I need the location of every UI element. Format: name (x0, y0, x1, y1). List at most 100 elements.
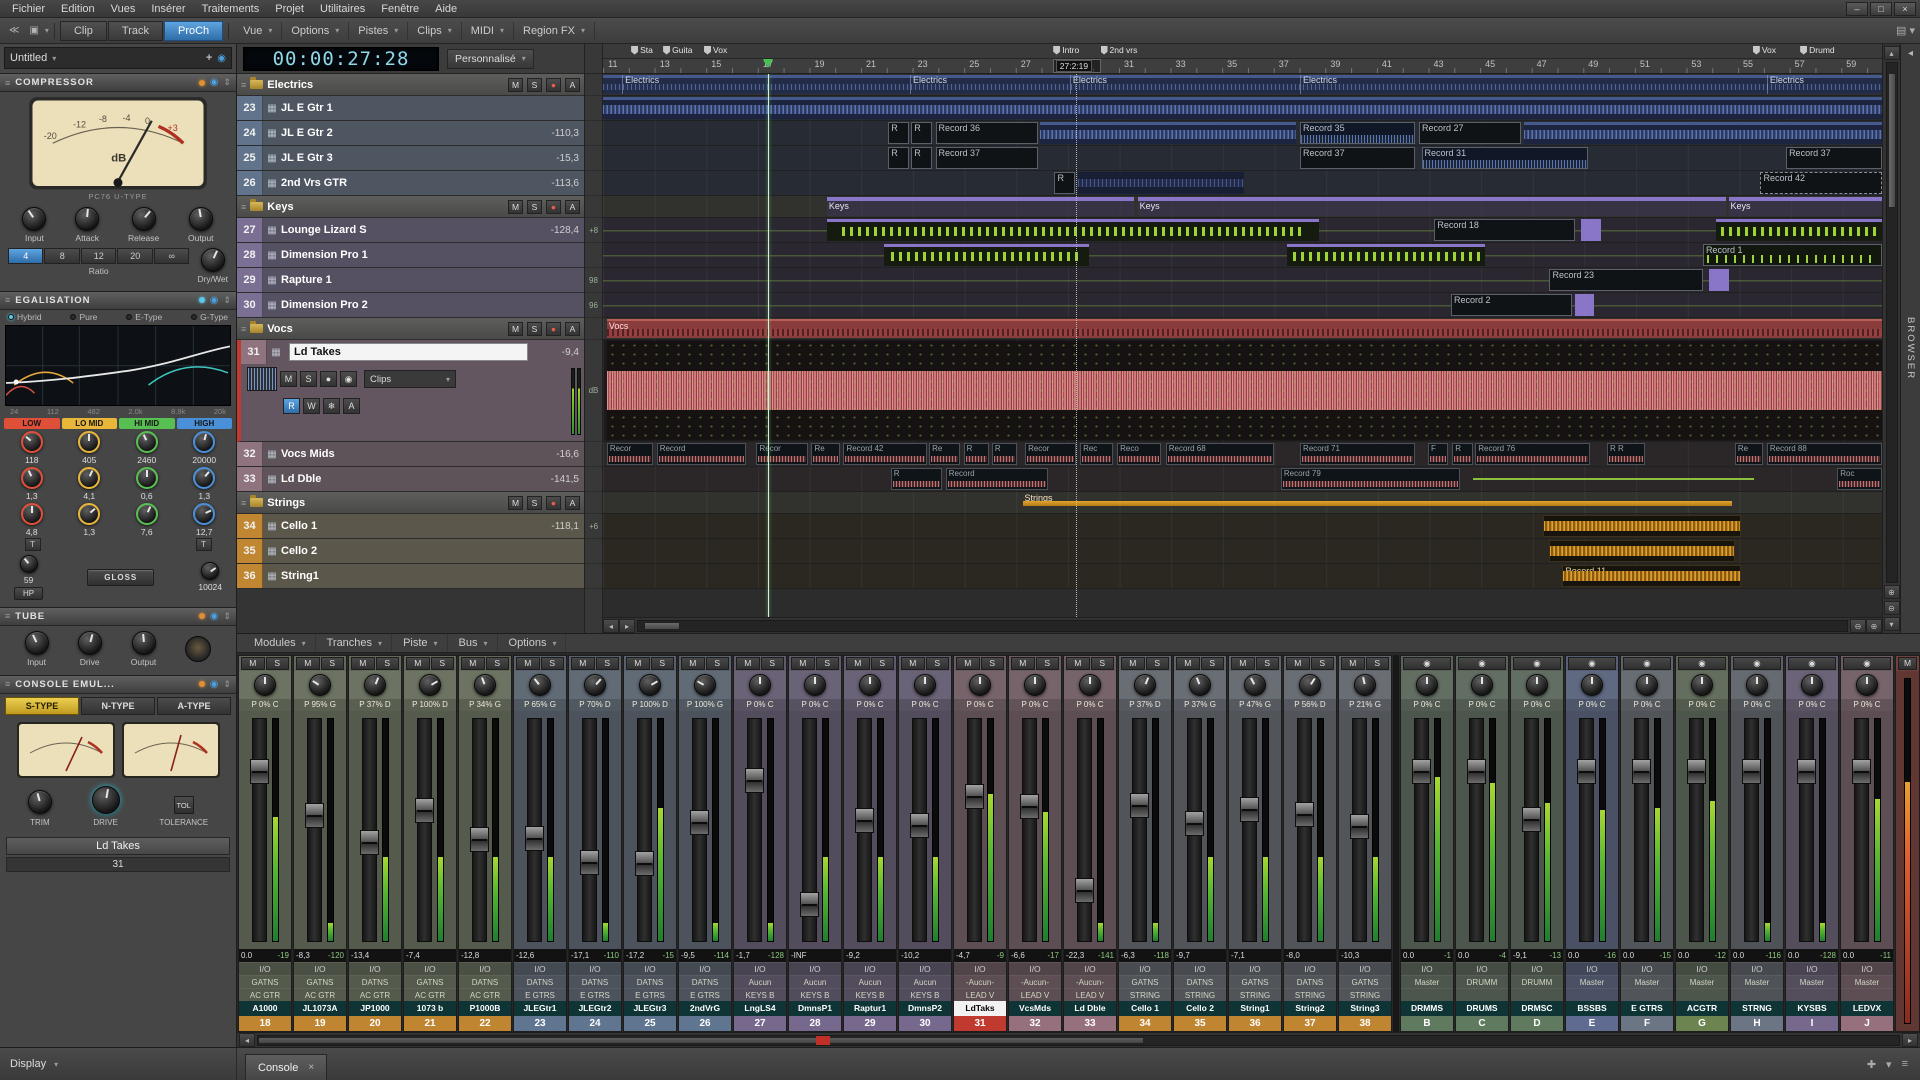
browser-collapsed-panel[interactable]: ◂ BROWSER (1900, 44, 1920, 633)
solo-button[interactable]: S (705, 657, 729, 670)
read-button[interactable]: R (283, 398, 300, 414)
strip-name[interactable]: A1000 (239, 1001, 291, 1016)
track-row-24[interactable]: 24 ▦ JL E Gtr 2 -110,3 (237, 121, 584, 146)
output-assign[interactable]: E GTRS (624, 988, 676, 1001)
band-knob[interactable] (78, 466, 101, 489)
solo-button[interactable]: S (980, 657, 1004, 670)
channel-strip-drums[interactable]: ◉ P 0% C 0.0 -4 I/O DRUMM DRUMS C (1455, 655, 1509, 1032)
volume-fader[interactable] (1294, 718, 1314, 942)
volume-fader[interactable] (1411, 718, 1431, 942)
fader-handle[interactable] (249, 758, 269, 784)
fader-handle[interactable] (689, 809, 709, 835)
output-assign[interactable]: KEYS B (734, 988, 786, 1001)
knob-attack[interactable] (75, 206, 100, 231)
track-row-26[interactable]: 26 ▦ 2nd Vrs GTR -113,6 (237, 171, 584, 196)
close-icon[interactable]: × (308, 1062, 314, 1073)
strip-name[interactable]: JLEGtr3 (624, 1001, 676, 1016)
drywet-knob[interactable] (200, 247, 225, 272)
power-icon[interactable]: ◉ (1788, 657, 1836, 670)
band-knob[interactable] (20, 502, 43, 525)
clip[interactable]: Vocs (606, 319, 1882, 338)
output-assign[interactable]: AC GTR (294, 988, 346, 1001)
scrollbar-thumb[interactable] (258, 1036, 1145, 1044)
volume-fader[interactable] (1184, 718, 1204, 942)
tube-header[interactable]: ≡ TUBE ◉ ⇕ (0, 607, 236, 626)
mute-button[interactable]: M (508, 495, 523, 510)
volume-fader[interactable] (854, 718, 874, 942)
clip[interactable]: Record 42 (843, 443, 927, 465)
pan-knob[interactable] (1244, 674, 1266, 696)
clip-lane-28[interactable]: Record 1 (603, 243, 1882, 268)
pan-knob[interactable] (1746, 674, 1768, 696)
clip[interactable]: Reco (1117, 443, 1161, 465)
clip[interactable]: Record 23 (1549, 269, 1703, 291)
drag-handle-icon[interactable]: ≡ (5, 679, 10, 689)
output-assign[interactable]: LEAD V (954, 988, 1006, 1001)
strip-name[interactable]: Raptur1 (844, 1001, 896, 1016)
fader-handle[interactable] (1349, 813, 1369, 839)
strip-name[interactable]: DmnsP2 (899, 1001, 951, 1016)
volume-fader[interactable] (1576, 718, 1596, 942)
strip-name[interactable]: STRNG (1731, 1001, 1783, 1016)
eq-mode-g-type[interactable]: G-Type (191, 312, 228, 322)
mute-button[interactable]: M (508, 199, 523, 214)
scroll-left-icon[interactable]: ◂ (239, 1033, 255, 1047)
clip[interactable] (603, 97, 1882, 119)
console-menu-tranches[interactable]: Tranches ▾ (318, 634, 393, 652)
io-button[interactable]: I/O (1676, 962, 1728, 975)
expand-browser-icon[interactable]: ◂ (1904, 48, 1917, 59)
fader-handle[interactable] (304, 803, 324, 829)
pan-knob[interactable] (859, 674, 881, 696)
mute-button[interactable]: M (508, 77, 523, 92)
clip[interactable] (1472, 468, 1755, 490)
fader-handle[interactable] (964, 784, 984, 809)
solo-button[interactable]: S (375, 657, 399, 670)
menu-edition[interactable]: Edition (53, 3, 103, 15)
add-module-button[interactable]: + (206, 52, 212, 64)
volume-fader[interactable] (909, 718, 929, 942)
clip[interactable]: Recor (756, 443, 808, 465)
clip[interactable]: Record 88 (1766, 443, 1882, 465)
pan-knob[interactable] (749, 674, 771, 696)
solo-button[interactable]: S (300, 371, 317, 387)
tolerance-button[interactable]: TOL (173, 795, 194, 814)
toolbar-menu-midi[interactable]: MIDI ▾ (462, 21, 514, 40)
power-icon[interactable]: ◉ (1843, 657, 1891, 670)
solo-button[interactable]: S (595, 657, 619, 670)
solo-button[interactable]: S (1365, 657, 1389, 670)
volume-fader[interactable] (1686, 718, 1706, 942)
clip[interactable]: R R (1607, 443, 1646, 465)
timeline-marker[interactable]: Drumd (1800, 45, 1835, 55)
io-button[interactable]: I/O (404, 962, 456, 975)
send-slot[interactable]: Master (1676, 975, 1728, 988)
send-slot[interactable]: GATNS (1229, 975, 1281, 988)
clip[interactable] (1549, 540, 1735, 562)
mute-button[interactable]: M (406, 657, 430, 670)
channel-strip-jlegtr2[interactable]: MS P 70% D -17,1 -110 I/O DATNS E GTRS JLEGtr2 2… (568, 655, 622, 1032)
io-button[interactable]: I/O (1401, 962, 1453, 975)
output-assign[interactable]: AC GTR (349, 988, 401, 1001)
io-button[interactable]: I/O (1511, 962, 1563, 975)
clip[interactable] (1543, 515, 1742, 537)
clip[interactable]: Record (945, 468, 1049, 490)
pan-knob[interactable] (364, 674, 386, 696)
pan-knob[interactable] (1801, 674, 1823, 696)
pan-knob[interactable] (694, 674, 716, 696)
volume-fader[interactable] (1239, 718, 1259, 942)
power-icon[interactable]: ◉ (210, 611, 219, 622)
clip[interactable]: Record 68 (1165, 443, 1275, 465)
menu-vues[interactable]: Vues (103, 3, 144, 15)
solo-button[interactable]: S (527, 77, 542, 92)
track-row-28[interactable]: 28 ▦ Dimension Pro 1 (237, 243, 584, 268)
fader-handle[interactable] (1576, 758, 1596, 784)
volume-fader[interactable] (1129, 718, 1149, 942)
arm-button[interactable]: ● (546, 199, 561, 214)
band-knob[interactable] (78, 430, 101, 453)
clip[interactable]: Record (656, 443, 747, 465)
shelf-toggle-button[interactable]: T (195, 537, 212, 551)
io-button[interactable]: I/O (569, 962, 621, 975)
output-assign[interactable]: LEAD V (1064, 988, 1116, 1001)
clip[interactable]: Record 18 (1434, 219, 1576, 241)
knob-input[interactable] (24, 630, 49, 655)
zoom-out-icon[interactable]: ⊖ (1883, 601, 1900, 615)
